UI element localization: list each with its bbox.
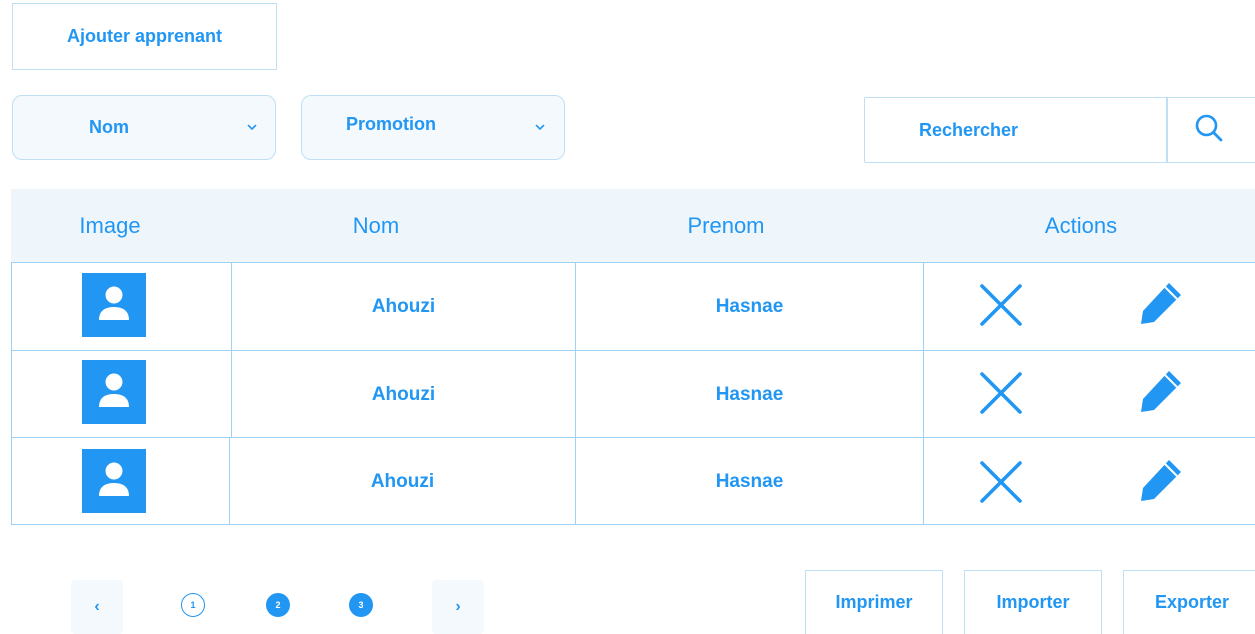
- chevron-down-icon: [535, 96, 545, 159]
- page-1-button[interactable]: 1: [181, 593, 205, 617]
- filter-promotion-label: Promotion: [346, 114, 436, 134]
- edit-button[interactable]: [1137, 281, 1185, 329]
- print-button[interactable]: Imprimer: [805, 570, 943, 634]
- cell-prenom: Hasnae: [715, 295, 784, 317]
- header-nom: Nom: [352, 213, 400, 238]
- search-button[interactable]: [1168, 98, 1255, 162]
- edit-button[interactable]: [1137, 369, 1185, 417]
- delete-button[interactable]: [978, 460, 1024, 509]
- search-input[interactable]: [865, 98, 1165, 162]
- pencil-icon: [1138, 280, 1184, 331]
- user-avatar-icon: [82, 273, 146, 337]
- pagination-next-button[interactable]: ›: [432, 580, 484, 634]
- pagination-prev-button[interactable]: ‹: [71, 580, 123, 634]
- cell-nom: Ahouzi: [371, 383, 436, 405]
- search-icon: [1194, 113, 1224, 148]
- close-icon: [979, 283, 1023, 332]
- add-learner-button[interactable]: Ajouter apprenant: [12, 3, 277, 70]
- edit-button[interactable]: [1137, 458, 1185, 506]
- close-icon: [979, 371, 1023, 420]
- pencil-icon: [1138, 457, 1184, 508]
- filter-nom-label: Nom: [89, 117, 129, 137]
- cell-prenom: Hasnae: [715, 470, 784, 492]
- page-3-button[interactable]: 3: [349, 593, 373, 617]
- chevron-down-icon: [247, 96, 257, 159]
- pencil-icon: [1138, 368, 1184, 419]
- cell-nom: Ahouzi: [370, 470, 435, 492]
- header-prenom: Prenom: [687, 213, 765, 238]
- export-button[interactable]: Exporter: [1123, 570, 1255, 634]
- page-2-button[interactable]: 2: [266, 593, 290, 617]
- table-body: Ahouzi Hasnae Ahouzi Hasnae Ahouzi Hasna…: [11, 262, 1255, 525]
- column-divider: [923, 263, 924, 524]
- header-image: Image: [79, 213, 141, 238]
- close-icon: [979, 460, 1023, 509]
- delete-button[interactable]: [978, 371, 1024, 420]
- filter-nom-dropdown[interactable]: Nom: [12, 95, 276, 160]
- delete-button[interactable]: [978, 283, 1024, 332]
- cell-prenom: Hasnae: [715, 383, 784, 405]
- user-avatar-icon: [82, 449, 146, 513]
- filter-promotion-dropdown[interactable]: Promotion: [301, 95, 565, 160]
- header-actions: Actions: [1044, 213, 1118, 238]
- search-bar: Rechercher: [864, 97, 1255, 163]
- table-header: Image Nom Prenom Actions: [11, 189, 1255, 263]
- import-button[interactable]: Importer: [964, 570, 1102, 634]
- cell-nom: Ahouzi: [371, 295, 436, 317]
- user-avatar-icon: [82, 360, 146, 424]
